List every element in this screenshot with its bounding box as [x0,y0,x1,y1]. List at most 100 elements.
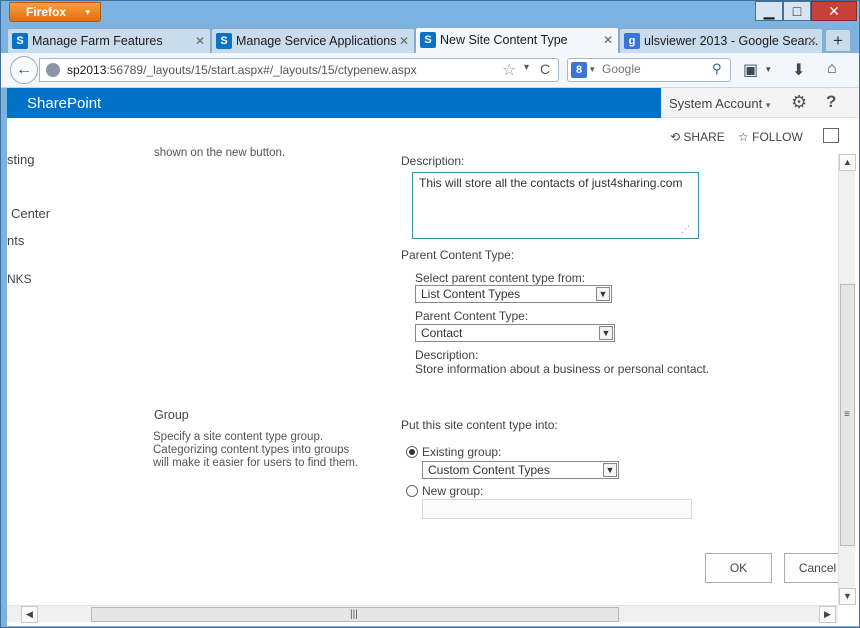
group-help-text: Specify a site content type group. Categ… [153,431,359,469]
brand-logo[interactable]: SharePoint [27,95,101,112]
reload-icon[interactable]: C [540,61,550,77]
close-window-button[interactable]: ✕ [811,1,857,21]
page-action-row: ⟲ SHARE ☆ FOLLOW [7,118,859,154]
url-text: sp2013:56789/_layouts/15/start.aspx#/_la… [67,63,417,77]
tab-manage-farm-features[interactable]: S Manage Farm Features ✕ [7,28,211,53]
chevron-down-icon[interactable]: ▾ [524,62,529,73]
magnifier-icon[interactable]: ⚲ [712,61,722,77]
close-icon[interactable]: ✕ [807,29,817,53]
firefox-menu-label: Firefox [26,5,67,19]
parent-content-type-label: Parent Content Type: [415,309,529,323]
arrow-left-icon: ← [16,61,32,78]
globe-icon [46,63,60,77]
existing-group-label[interactable]: Existing group: [422,445,501,459]
star-icon[interactable]: ☆ [502,60,516,80]
left-nav-item[interactable]: Center [11,206,50,221]
description-label: Description: [401,154,465,168]
left-nav-heading[interactable]: NKS [7,272,32,286]
minimize-button[interactable]: ▁ [755,1,783,21]
share-button[interactable]: ⟲ SHARE [670,130,725,144]
account-menu[interactable]: System Account ▾ [669,96,770,111]
tab-new-site-content-type[interactable]: S New Site Content Type ✕ [415,27,619,54]
put-into-label: Put this site content type into: [401,418,558,432]
chevron-down-icon[interactable]: ▾ [766,64,771,75]
description-textarea[interactable] [412,172,699,239]
existing-group-value: Custom Content Types [428,463,550,477]
back-button[interactable]: ← [10,56,38,84]
url-path: :56789/_layouts/15/start.aspx#/_layouts/… [106,63,417,77]
close-icon[interactable]: ✕ [603,28,613,52]
horizontal-scroll-thumb[interactable]: ||| [91,607,619,622]
share-icon: ⟲ [670,130,681,144]
vertical-scroll-thumb[interactable]: ≡ [840,284,855,546]
title-bar: Firefox ▾ ▁ □ ✕ [1,1,859,25]
existing-group-radio[interactable] [406,446,418,458]
search-bar: 8 ▾ ⚲ [567,58,731,82]
scroll-left-button[interactable]: ◀ [21,606,38,623]
parent-group-select[interactable]: List Content Types ▼ [415,285,612,303]
parent-description-label: Description: [415,348,479,362]
tab-label: Manage Service Applications [236,34,397,48]
close-icon[interactable]: ✕ [195,29,205,53]
new-group-radio[interactable] [406,485,418,497]
chevron-down-icon: ▼ [603,463,617,477]
horizontal-scrollbar[interactable]: ◀ ||| ▶ [7,605,838,623]
tab-label: New Site Content Type [440,33,568,47]
new-tab-button[interactable]: + [825,29,851,52]
parent-content-type-select[interactable]: Contact ▼ [415,324,615,342]
existing-group-select[interactable]: Custom Content Types ▼ [422,461,619,479]
browser-window: Firefox ▾ ▁ □ ✕ S Manage Farm Features ✕… [0,0,860,628]
sharepoint-icon: S [12,33,28,49]
scroll-right-button[interactable]: ▶ [819,606,836,623]
grip-icon: ||| [350,609,358,620]
left-nav-item[interactable]: nts [7,233,24,248]
parent-group-value: List Content Types [421,287,521,301]
group-section-title: Group [154,408,189,422]
chevron-down-icon[interactable]: ▾ [590,64,595,75]
scroll-down-button[interactable]: ▼ [839,588,856,605]
tab-ulsviewer-google-search[interactable]: g ulsviewer 2013 - Google Sear... ✕ [619,28,823,53]
download-icon[interactable]: ⬇ [792,60,805,80]
firefox-menu-button[interactable]: Firefox ▾ [9,2,101,22]
select-from-label: Select parent content type from: [415,271,586,285]
follow-button[interactable]: ☆ FOLLOW [738,130,803,144]
search-input[interactable] [602,62,706,76]
vertical-scrollbar[interactable]: ▲ ≡ ▼ [838,154,856,605]
chevron-down-icon: ▾ [765,100,771,110]
url-bar[interactable]: sp2013:56789/_layouts/15/start.aspx#/_la… [39,58,559,82]
url-host: sp2013 [67,63,107,77]
left-nav-item[interactable]: sting [7,152,34,167]
new-group-label[interactable]: New group: [422,484,483,498]
tab-strip: S Manage Farm Features ✕ S Manage Servic… [7,26,857,54]
ok-button[interactable]: OK [705,553,772,583]
parent-content-type-value: Contact [421,326,463,340]
suite-bar: SharePoint [7,88,661,118]
bookmarks-icon[interactable]: ▣ [743,60,758,80]
focus-on-content-icon[interactable] [823,128,839,143]
tab-label: Manage Farm Features [32,34,163,48]
suite-bar-right: System Account ▾ ⚙ ? [661,88,859,118]
chevron-down-icon: ▼ [596,287,610,301]
maximize-button[interactable]: □ [783,1,811,21]
page-viewport: SharePoint System Account ▾ ⚙ ? ⟲ SHARE … [7,88,859,626]
grip-icon: ≡ [844,409,850,420]
share-label: SHARE [683,130,725,144]
sharepoint-icon: S [216,33,232,49]
gear-icon[interactable]: ⚙ [791,92,807,113]
parent-content-type-section-label: Parent Content Type: [401,248,515,262]
google-icon[interactable]: 8 [571,62,587,78]
name-help-text: shown on the new button. [154,147,286,159]
new-group-input[interactable] [422,499,692,519]
star-icon: ☆ [738,130,749,144]
help-icon[interactable]: ? [826,92,836,112]
follow-label: FOLLOW [752,130,803,144]
close-icon[interactable]: ✕ [399,29,409,53]
tab-label: ulsviewer 2013 - Google Sear... [644,34,819,48]
chevron-down-icon: ▾ [85,7,90,17]
chevron-down-icon: ▼ [599,326,613,340]
scroll-up-button[interactable]: ▲ [839,154,856,171]
home-icon[interactable]: ⌂ [827,60,837,78]
sharepoint-icon: S [420,32,436,48]
tab-manage-service-applications[interactable]: S Manage Service Applications ✕ [211,28,415,53]
resize-grip-icon[interactable]: ⋰ [681,224,690,235]
